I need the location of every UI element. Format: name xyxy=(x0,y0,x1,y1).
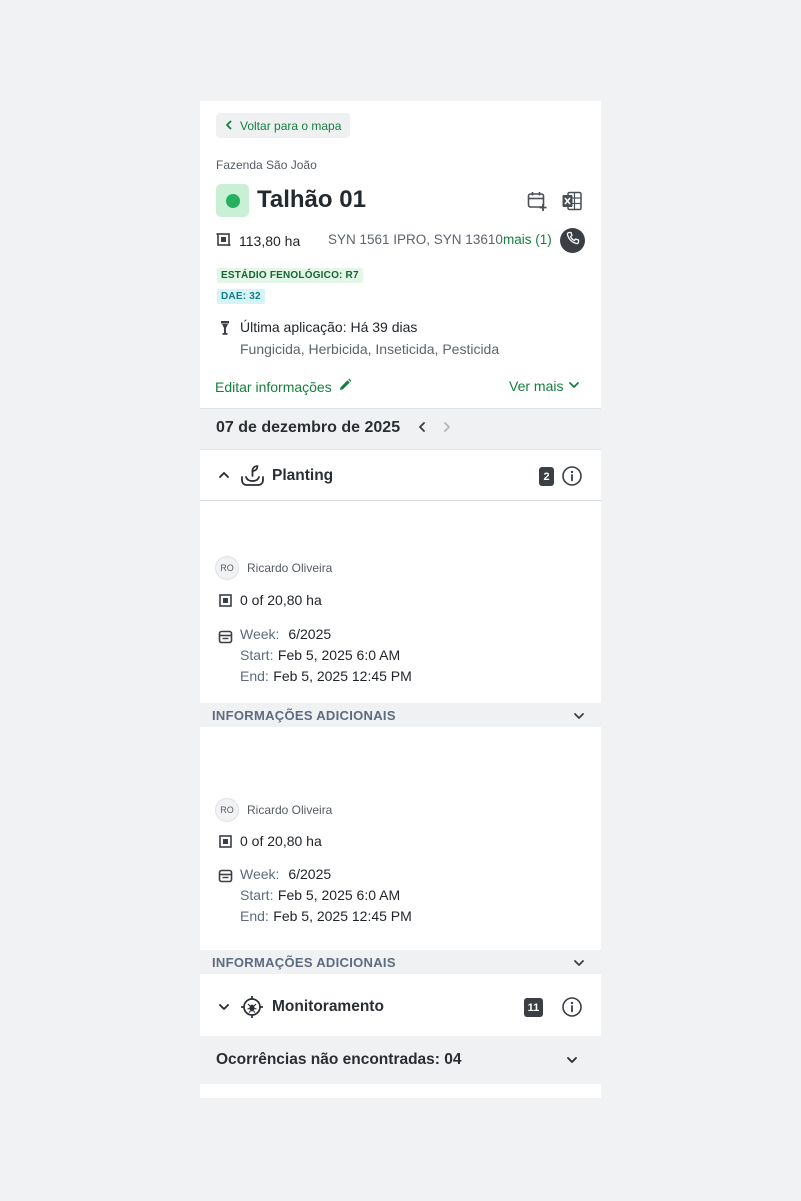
see-more-button[interactable]: Ver mais xyxy=(509,378,580,394)
additional-info-label: INFORMAÇÕES ADICIONAIS xyxy=(212,954,396,970)
occurrences-label: Ocorrências não encontradas: 04 xyxy=(216,1051,462,1068)
dae-badge: DAE: 32 xyxy=(217,289,265,304)
current-date: 07 de dezembro de 2025 xyxy=(216,419,401,436)
field-details-panel: Voltar para o mapa Fazenda São João Talh… xyxy=(200,101,601,1098)
chevron-left-icon xyxy=(416,420,428,438)
week-row: Week: 6/2025 xyxy=(240,866,331,884)
area-icon xyxy=(216,232,231,250)
monitoring-section-header[interactable]: Monitoramento 11 xyxy=(200,983,601,1031)
info-icon[interactable] xyxy=(561,996,583,1023)
calendar-add-icon[interactable] xyxy=(525,189,549,213)
area-row: 113,80 ha xyxy=(216,230,300,252)
week-label: Week: xyxy=(240,866,280,882)
chevron-down-icon xyxy=(568,378,580,394)
additional-info-toggle[interactable]: INFORMAÇÕES ADICIONAIS xyxy=(200,950,601,974)
phone-icon xyxy=(566,231,580,250)
end-row: End: Feb 5, 2025 12:45 PM xyxy=(240,908,412,926)
calendar-icon xyxy=(218,868,233,888)
phenology-badge: ESTÁDIO FENOLÓGICO: R7 xyxy=(217,268,363,283)
edit-info-button[interactable]: Editar informações xyxy=(215,378,352,395)
additional-info-label: INFORMAÇÕES ADICIONAIS xyxy=(212,707,396,723)
additional-info-toggle[interactable]: INFORMAÇÕES ADICIONAIS xyxy=(200,703,601,727)
farm-name: Fazenda São João xyxy=(216,158,317,172)
area-progress: 0 of 20,80 ha xyxy=(240,592,322,608)
next-date-button[interactable] xyxy=(438,420,456,438)
chevron-left-icon xyxy=(224,119,234,133)
user-name: Ricardo Oliveira xyxy=(247,803,333,817)
calendar-icon xyxy=(218,629,233,649)
user-name: Ricardo Oliveira xyxy=(247,561,333,575)
start-value: Feb 5, 2025 6:0 AM xyxy=(277,887,401,903)
end-label: End: xyxy=(240,908,269,924)
week-row: Week: 6/2025 xyxy=(240,626,331,644)
status-dot xyxy=(225,193,240,208)
end-value: Feb 5, 2025 12:45 PM xyxy=(273,668,412,684)
end-row: End: Feb 5, 2025 12:45 PM xyxy=(240,668,412,686)
pencil-icon xyxy=(338,378,352,395)
spray-icon xyxy=(219,320,231,341)
week-value: 6/2025 xyxy=(288,866,332,882)
area-icon xyxy=(218,593,233,613)
back-to-map-button[interactable]: Voltar para o mapa xyxy=(216,113,351,138)
end-label: End: xyxy=(240,668,269,684)
status-indicator xyxy=(216,184,249,217)
end-value: Feb 5, 2025 12:45 PM xyxy=(273,908,412,924)
chevron-right-icon xyxy=(441,420,453,438)
start-row: Start: Feb 5, 2025 6:0 AM xyxy=(240,647,400,665)
back-button-label: Voltar para o mapa xyxy=(240,118,342,133)
chevron-down-icon xyxy=(573,709,585,727)
monitoring-count-badge: 11 xyxy=(524,998,543,1017)
planting-card: RO Ricardo Oliveira 0 of 20,80 ha Week: … xyxy=(200,498,601,703)
last-application-title: Última aplicação: Há 39 dias xyxy=(240,319,418,335)
previous-date-button[interactable] xyxy=(413,420,431,438)
see-more-label: Ver mais xyxy=(509,378,564,394)
phone-button[interactable] xyxy=(560,228,585,253)
start-label: Start: xyxy=(240,887,274,903)
chevron-up-icon[interactable] xyxy=(217,468,231,487)
avatar: RO xyxy=(215,556,239,580)
chevron-down-icon[interactable] xyxy=(217,1000,231,1019)
planting-icon xyxy=(240,463,265,492)
avatar: RO xyxy=(215,798,239,822)
start-row: Start: Feb 5, 2025 6:0 AM xyxy=(240,887,400,905)
area-progress: 0 of 20,80 ha xyxy=(240,833,322,849)
date-navigation: 07 de dezembro de 2025 xyxy=(200,408,601,450)
edit-info-label: Editar informações xyxy=(215,378,332,395)
chevron-down-icon xyxy=(565,1053,579,1072)
monitoring-title: Monitoramento xyxy=(272,998,384,1015)
pest-icon xyxy=(240,995,264,1024)
planting-card: RO Ricardo Oliveira 0 of 20,80 ha Week: … xyxy=(200,727,601,950)
chevron-down-icon xyxy=(573,956,585,974)
excel-icon[interactable] xyxy=(560,189,584,213)
field-title: Talhão 01 xyxy=(257,186,366,213)
last-application-products: Fungicida, Herbicida, Inseticida, Pestic… xyxy=(240,341,500,357)
planting-section-header[interactable]: Planting 2 xyxy=(200,452,601,501)
planting-count-badge: 2 xyxy=(539,467,554,486)
planting-title: Planting xyxy=(272,467,334,484)
area-icon xyxy=(218,834,233,854)
field-varieties: SYN 1561 IPRO, SYN 13610 xyxy=(328,232,503,247)
week-label: Week: xyxy=(240,626,280,642)
field-area: 113,80 ha xyxy=(239,233,301,249)
start-label: Start: xyxy=(240,647,274,663)
info-icon[interactable] xyxy=(561,465,583,492)
start-value: Feb 5, 2025 6:0 AM xyxy=(277,647,401,663)
week-value: 6/2025 xyxy=(288,626,332,642)
occurrences-toggle[interactable]: Ocorrências não encontradas: 04 xyxy=(200,1036,601,1084)
more-varieties-link[interactable]: mais (1) xyxy=(503,232,552,247)
